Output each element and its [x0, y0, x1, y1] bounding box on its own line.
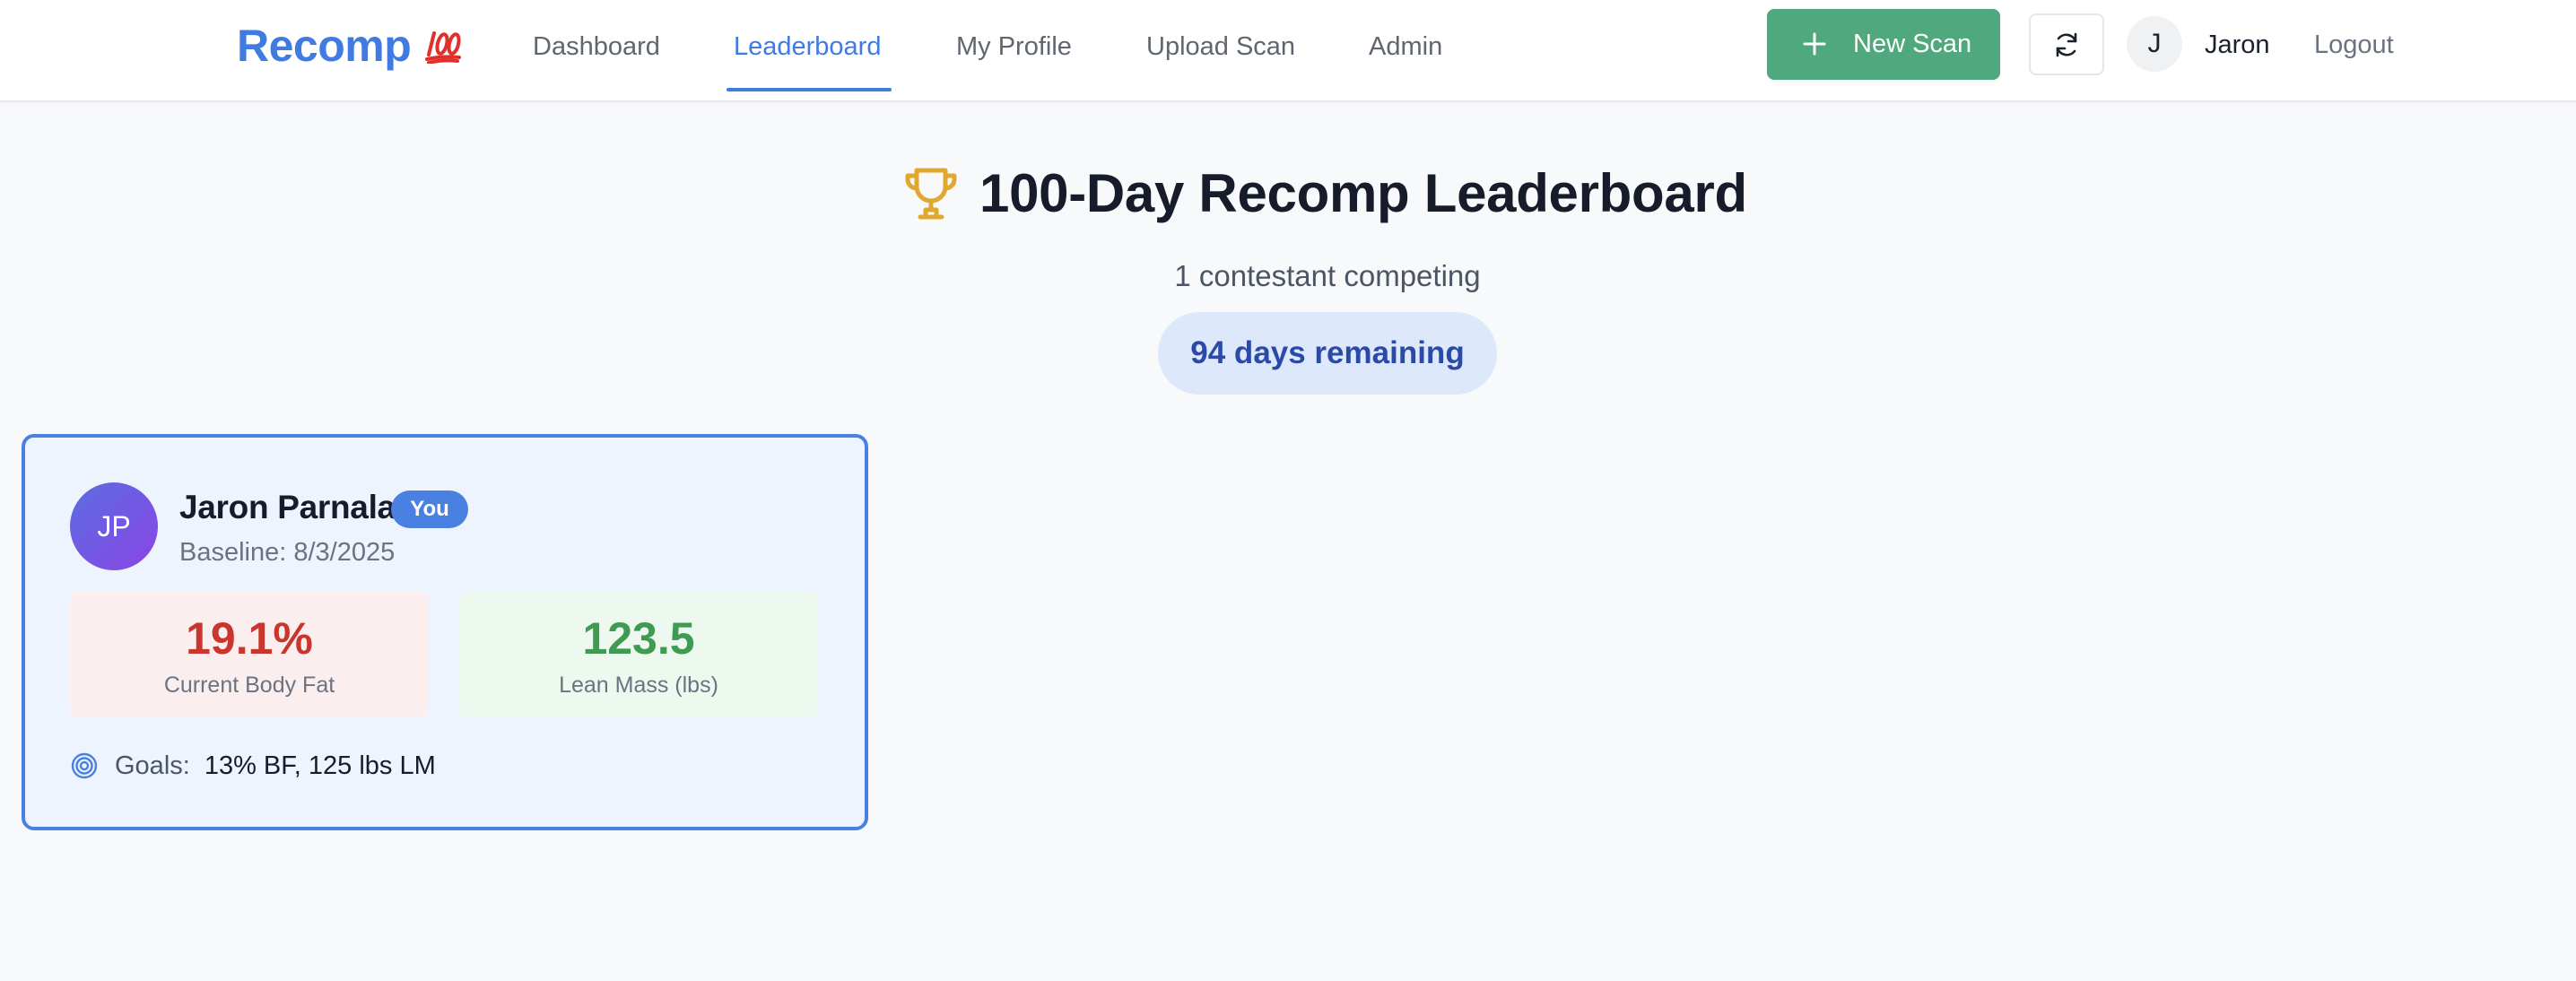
new-scan-label: New Scan [1853, 30, 1972, 58]
body-fat-value: 19.1% [186, 613, 313, 664]
baseline-date: Baseline: 8/3/2025 [179, 538, 396, 567]
active-tab-indicator [727, 88, 892, 91]
user-name: Jaron [2205, 30, 2270, 59]
contestant-name: Jaron Parnala [179, 489, 396, 525]
nav-my-profile[interactable]: My Profile [956, 27, 1072, 66]
logout-link[interactable]: Logout [2314, 27, 2394, 63]
body-fat-stat: 19.1% Current Body Fat [70, 592, 429, 717]
plus-icon [1803, 32, 1826, 56]
goals-value: 13% BF, 125 lbs LM [204, 751, 436, 780]
top-navbar: Recomp Dashboard Leaderboard My Profile … [0, 0, 2576, 102]
trophy-icon [905, 168, 957, 220]
brand-name: Recomp [237, 21, 412, 71]
contestant-avatar: JP [70, 482, 158, 570]
contestant-card[interactable]: JP Jaron Parnala You Baseline: 8/3/2025 … [22, 434, 868, 830]
brand-logo[interactable]: Recomp [237, 20, 463, 72]
nav-dashboard[interactable]: Dashboard [533, 27, 660, 66]
refresh-button[interactable] [2029, 13, 2104, 75]
you-badge: You [391, 490, 468, 528]
lean-mass-value: 123.5 [582, 613, 695, 664]
nav-admin[interactable]: Admin [1369, 27, 1442, 66]
user-avatar[interactable]: J [2127, 16, 2182, 72]
page-title: 100-Day Recomp Leaderboard [979, 163, 1747, 223]
nav-leaderboard[interactable]: Leaderboard [734, 27, 881, 66]
goals-row: Goals: 13% BF, 125 lbs LM [70, 748, 436, 784]
nav-upload-scan[interactable]: Upload Scan [1146, 27, 1295, 66]
target-icon [71, 752, 98, 779]
refresh-icon [2056, 32, 2077, 56]
lean-mass-label: Lean Mass (lbs) [559, 673, 718, 698]
goals-label: Goals: [115, 751, 190, 780]
hundred-points-icon [423, 28, 463, 64]
days-remaining-badge: 94 days remaining [1158, 312, 1497, 395]
new-scan-button[interactable]: New Scan [1767, 9, 2000, 80]
contestant-count: 1 contestant competing [1174, 259, 1481, 292]
body-fat-label: Current Body Fat [163, 673, 335, 698]
lean-mass-stat: 123.5 Lean Mass (lbs) [459, 592, 818, 717]
